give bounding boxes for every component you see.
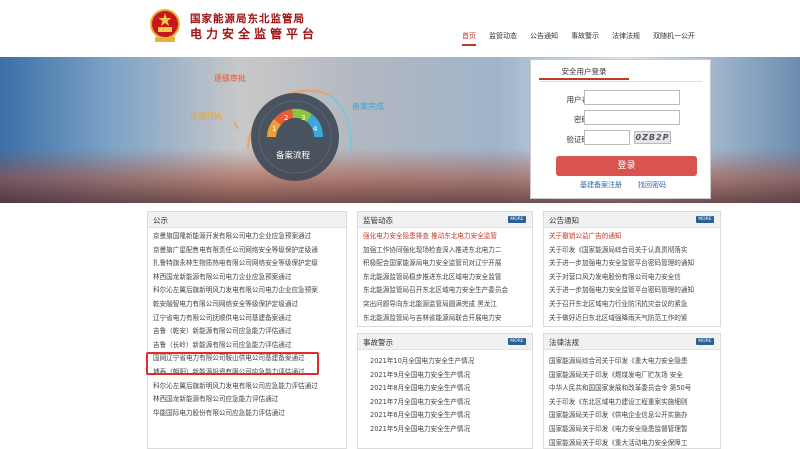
nav-home[interactable]: 首页 xyxy=(462,31,476,46)
list-item[interactable]: 突出问题导向东北能源监管局圆满完成 黑龙江 xyxy=(363,298,532,312)
captcha-label: 验证码 xyxy=(566,135,590,144)
shigu-list: 2021年10月全国电力安全生产情况 2021年9月全国电力安全生产情况 202… xyxy=(358,350,532,437)
panel-shigu: 事故警示 MORE 2021年10月全国电力安全生产情况 2021年9月全国电力安… xyxy=(357,333,533,449)
highlight-box xyxy=(146,352,319,375)
username-input[interactable] xyxy=(584,90,680,105)
flow-approve-label: 逐级审批 xyxy=(214,73,246,83)
list-item[interactable]: 科尔沁左翼后旗新明风力发电有限公司应急能力评估通过 xyxy=(153,380,346,394)
login-box: 安全用户登录 用户名 密码 验证码 xyxy=(530,59,711,199)
panel-header: 监管动态 MORE xyxy=(358,212,532,228)
list-item[interactable]: 关于召开东北区域电力行业防汛抗灾会议的紧急 xyxy=(549,298,720,312)
more-button[interactable]: MORE xyxy=(508,216,526,223)
list-item[interactable]: 2021年10月全国电力安全生产情况 xyxy=(370,355,532,369)
header: 国家能源局东北监管局 电力安全监管平台 首页 监管动态 公告通知 事故警示 法律… xyxy=(0,0,800,57)
flow-step-2: 2 xyxy=(284,114,288,122)
list-item[interactable]: 2021年9月全国电力安全生产情况 xyxy=(370,369,532,383)
list-item[interactable]: 乾安融智电力有限公司网络安全等级保护定级通过 xyxy=(153,298,346,312)
panel-title: 公示 xyxy=(153,216,168,225)
filing-flow-graphic: 1 2 3 4 备案流程 逐级审批 反馈回执 备案完成 xyxy=(190,73,384,181)
register-link[interactable]: 基建备案注册 xyxy=(580,180,622,190)
list-item[interactable]: 林西国龙新能源有限公司电力企业应急预案通过 xyxy=(153,271,346,285)
list-item[interactable]: 关于进一步加强电力安全监管平台密码管理的通知 xyxy=(549,284,720,298)
list-item[interactable]: 国家能源局综合司关于印发《重大电力安全隐患 xyxy=(549,355,720,369)
flow-center-label: 备案流程 xyxy=(276,150,311,161)
list-item[interactable]: 国家能源局关于印发《电力安全隐患监督管理暂 xyxy=(549,423,720,437)
list-item[interactable]: 关于对营口风力发电股份有限公司电力安全信 xyxy=(549,271,720,285)
list-item[interactable]: 强化电力安全隐患排查 推动东北电力安全监管 xyxy=(363,230,532,244)
flow-feedback-label: 反馈回执 xyxy=(190,111,222,121)
forgot-password-link[interactable]: 找回密码 xyxy=(638,180,666,190)
panel-title: 公告通知 xyxy=(549,216,579,225)
brand-title-line1: 国家能源局东北监管局 xyxy=(190,13,305,25)
national-emblem-icon xyxy=(150,9,180,42)
captcha-input[interactable] xyxy=(584,130,630,145)
panel-header: 法律法规 MORE xyxy=(544,334,720,350)
gonggao-list: 关于撤销公益广告的通知 关于印发《国家能源局综合司关于认真贯彻落实 关于进一步加… xyxy=(544,228,720,325)
list-item[interactable]: 中华人民共和国国家发展和改革委员会令 第50号 xyxy=(549,382,720,396)
list-item[interactable]: 关于印发《东北区域电力建设工程重案实施细则 xyxy=(549,396,720,410)
panel-gongshi: 公示 京曼旗国隆新能源开发有限公司电力企业应急预案通过 京曼旗广星配售电有限责任… xyxy=(147,211,347,449)
nav-notices[interactable]: 公告通知 xyxy=(530,31,558,46)
list-item[interactable]: 东北能源监管局稳步推进东北区域电力安全监管 xyxy=(363,271,532,285)
list-item[interactable]: 辽宁省电力有限公司抚顺供电公司基建备案通过 xyxy=(153,312,346,326)
panel-jianguan: 监管动态 MORE 强化电力安全隐患排查 推动东北电力安全监管 加强工作协同强化现… xyxy=(357,211,533,327)
panel-title: 法律法规 xyxy=(549,338,579,347)
more-button[interactable]: MORE xyxy=(508,338,526,345)
flow-step-3: 3 xyxy=(301,114,305,122)
list-item[interactable]: 2021年7月全国电力安全生产情况 xyxy=(370,396,532,410)
list-item[interactable]: 加强工作协同强化现场检查深入推进东北电力二 xyxy=(363,244,532,258)
flow-step-1: 1 xyxy=(272,125,276,133)
login-button[interactable]: 登录 xyxy=(556,156,697,176)
more-button[interactable]: MORE xyxy=(696,216,714,223)
login-tab-divider xyxy=(539,81,702,82)
nav-laws[interactable]: 法律法规 xyxy=(612,31,640,46)
list-item[interactable]: 京曼旗国隆新能源开发有限公司电力企业应急预案通过 xyxy=(153,230,346,244)
panel-header: 公示 xyxy=(148,212,346,228)
panel-header: 公告通知 MORE xyxy=(544,212,720,228)
flow-submit-label: 备案完成 xyxy=(352,101,384,111)
jianguan-list: 强化电力安全隐患排查 推动东北电力安全监管 加强工作协同强化现场检查深入推进东北… xyxy=(358,228,532,325)
login-tab[interactable]: 安全用户登录 xyxy=(539,64,629,80)
list-item[interactable]: 2021年5月全国电力安全生产情况 xyxy=(370,423,532,437)
password-label: 密码 xyxy=(574,115,589,124)
gongshi-list: 京曼旗国隆新能源开发有限公司电力企业应急预案通过 京曼旗广星配售电有限责任公司网… xyxy=(148,228,346,420)
list-item[interactable]: 关于印发《国家能源局综合司关于认真贯彻落实 xyxy=(549,244,720,258)
list-item[interactable]: 东北能源监管局召开东北区域电力安全生产委员会 xyxy=(363,284,532,298)
list-item[interactable]: 吉鲁（长岭）新能源有限公司应急能力评估通过 xyxy=(153,339,346,353)
more-button[interactable]: MORE xyxy=(696,338,714,345)
list-item[interactable]: 林西国龙新能源有限公司应急能力评估通过 xyxy=(153,393,346,407)
list-item[interactable]: 科尔沁左翼后旗新明风力发电有限公司电力企业应急预案 xyxy=(153,284,346,298)
list-item[interactable]: 国家能源局关于印发《重大活动电力安全保障工 xyxy=(549,437,720,448)
list-item[interactable]: 关于进一步加强电力安全监管平台密码管理的通知 xyxy=(549,257,720,271)
list-item[interactable]: 关于撤销公益广告的通知 xyxy=(549,230,720,244)
list-item[interactable]: 2021年6月全国电力安全生产情况 xyxy=(370,409,532,423)
list-item[interactable]: 华能国际电力股份有限公司应急能力评估通过 xyxy=(153,407,346,421)
nav-accidents[interactable]: 事故警示 xyxy=(571,31,599,46)
password-input[interactable] xyxy=(584,110,680,125)
panel-title: 监管动态 xyxy=(363,216,393,225)
list-item[interactable]: 关于做好近日东北区域强降雨天气防范工作的紧 xyxy=(549,312,720,326)
list-item[interactable]: 2021年8月全国电力安全生产情况 xyxy=(370,382,532,396)
nav-supervision[interactable]: 监管动态 xyxy=(489,31,517,46)
main-nav: 首页 监管动态 公告通知 事故警示 法律法规 双随机一公开 xyxy=(462,31,708,46)
list-item[interactable]: 扎鲁特旗永林生物质热电有限公司网络安全等级保护定级 xyxy=(153,257,346,271)
brand-title-line2: 电力安全监管平台 xyxy=(190,27,319,41)
panel-header: 事故警示 MORE xyxy=(358,334,532,350)
nav-double-random[interactable]: 双随机一公开 xyxy=(653,31,695,46)
panel-falv: 法律法规 MORE 国家能源局综合司关于印发《重大电力安全隐患 国家能源局关于印发… xyxy=(543,333,721,449)
username-label: 用户名 xyxy=(566,95,590,104)
brand-title: 国家能源局东北监管局 电力安全监管平台 xyxy=(190,12,318,42)
captcha-image[interactable]: 0ZB2P xyxy=(634,131,671,144)
list-item[interactable]: 积极配合国家能源局电力安全监管司对辽宁开展 xyxy=(363,257,532,271)
flow-step-4: 4 xyxy=(313,125,318,133)
panel-title: 事故警示 xyxy=(363,338,393,347)
list-item[interactable]: 东北能源监管局与吉林省能源局联合开展电力安 xyxy=(363,312,532,326)
list-item[interactable]: 国家能源局关于印发《燃煤发电厂贮灰场 安全 xyxy=(549,369,720,383)
list-item[interactable]: 京曼旗广星配售电有限责任公司网络安全等级保护定级通 xyxy=(153,244,346,258)
falv-list: 国家能源局综合司关于印发《重大电力安全隐患 国家能源局关于印发《燃煤发电厂贮灰场… xyxy=(544,350,720,448)
list-item[interactable]: 国家能源局关于印发《供电企业信息公开实施办 xyxy=(549,409,720,423)
panel-gonggao: 公告通知 MORE 关于撤销公益广告的通知 关于印发《国家能源局综合司关于认真贯彻… xyxy=(543,211,721,327)
list-item[interactable]: 吉鲁（乾安）新能源有限公司应急能力评估通过 xyxy=(153,325,346,339)
